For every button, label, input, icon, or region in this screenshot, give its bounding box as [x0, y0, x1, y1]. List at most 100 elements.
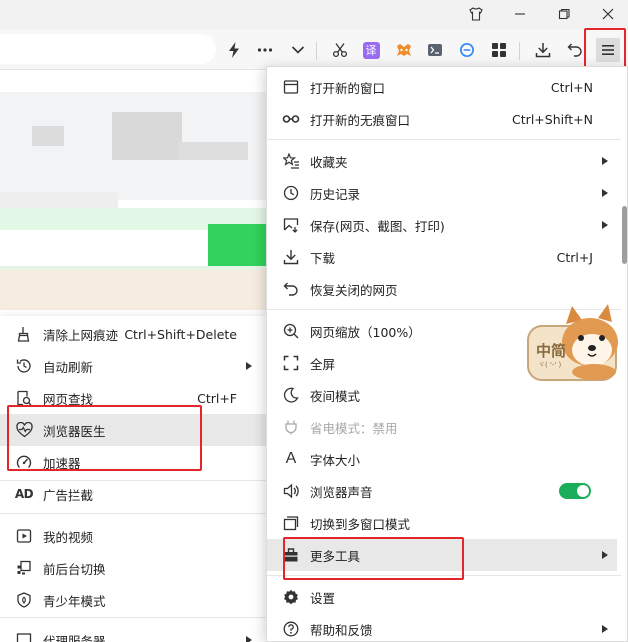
- submenu-arrow-icon: [246, 636, 252, 642]
- moon-icon: [282, 386, 300, 404]
- menu-label: 保存(网页、截图、打印): [310, 218, 445, 234]
- menu-label: 省电模式：禁用: [310, 420, 398, 436]
- submenu-label: 广告拦截: [43, 487, 94, 503]
- menu-item-settings[interactable]: 设置: [267, 581, 617, 613]
- menu-item-history[interactable]: 历史记录: [267, 177, 617, 209]
- menu-label: 网页缩放（100%）: [310, 324, 421, 340]
- adblock-icon: AD: [14, 487, 34, 501]
- game-icon[interactable]: [393, 39, 415, 61]
- minus-circle-icon[interactable]: [456, 39, 478, 61]
- multi-window-icon: [282, 514, 300, 532]
- zoom-icon: [282, 322, 300, 340]
- menu-item-restore-closed[interactable]: 恢复关闭的网页: [267, 273, 617, 305]
- menu-label: 夜间模式: [310, 388, 361, 404]
- menu-shortcut: Ctrl+J: [556, 249, 593, 265]
- submenu-label: 清除上网痕迹: [43, 327, 119, 343]
- menu-label: 浏览器声音: [310, 484, 373, 500]
- mascot-subtext: ヾ( '-' ): [538, 361, 562, 369]
- submenu-item-teen-mode[interactable]: 青少年模式: [0, 584, 267, 616]
- history-icon: [282, 184, 300, 202]
- menu-label: 切换到多窗口模式: [310, 516, 411, 532]
- more-tools-submenu: 清除上网痕迹 Ctrl+Shift+Delete 自动刷新 网页查找 Ctrl+…: [0, 316, 267, 642]
- blurred-block: [112, 112, 182, 160]
- submenu-item-clear-history[interactable]: 清除上网痕迹 Ctrl+Shift+Delete: [0, 318, 267, 350]
- menu-item-save[interactable]: 保存(网页、截图、打印): [267, 209, 617, 241]
- more-tools-highlight-box: [283, 537, 464, 580]
- menu-item-new-incognito[interactable]: 打开新的无痕窗口 Ctrl+Shift+N: [267, 103, 617, 135]
- shield-icon: [15, 591, 33, 609]
- menu-item-help[interactable]: 帮助和反馈: [267, 613, 617, 642]
- lightning-icon[interactable]: [223, 39, 245, 61]
- auto-refresh-icon: [15, 357, 33, 375]
- translate-icon[interactable]: 译: [360, 39, 382, 61]
- help-icon: [282, 620, 300, 638]
- toolbar-separator: [316, 42, 317, 60]
- menu-scrollbar[interactable]: [622, 206, 627, 264]
- menu-shortcut: Ctrl+N: [550, 79, 593, 95]
- submenu-item-auto-refresh[interactable]: 自动刷新: [0, 350, 267, 382]
- address-bar[interactable]: [0, 34, 216, 64]
- switch-icon: [15, 559, 33, 577]
- apps-icon[interactable]: [488, 39, 510, 61]
- menu-divider: [267, 139, 621, 140]
- extension-icon[interactable]: [424, 39, 446, 61]
- scissors-icon[interactable]: [329, 39, 351, 61]
- menu-label: 收藏夹: [310, 154, 348, 170]
- menu-arrow-icon: [602, 189, 608, 197]
- menu-item-font-size[interactable]: A 字体大小: [267, 443, 617, 475]
- sound-toggle[interactable]: [559, 483, 591, 499]
- menu-item-power-save: 省电模式：禁用: [267, 411, 617, 443]
- submenu-item-adblock[interactable]: AD 广告拦截: [0, 478, 267, 510]
- menu-item-new-window[interactable]: 打开新的窗口 Ctrl+N: [267, 71, 617, 103]
- submenu-label: 青少年模式: [43, 593, 106, 609]
- submenu-divider: [0, 513, 267, 514]
- submenu-item-switch[interactable]: 前后台切换: [0, 552, 267, 584]
- menu-label: 帮助和反馈: [310, 622, 373, 638]
- menu-item-multi-window[interactable]: 切换到多窗口模式: [267, 507, 617, 539]
- submenu-item-proxy[interactable]: 代理服务器: [0, 624, 267, 642]
- menu-arrow-icon: [602, 157, 608, 165]
- menu-item-favorites[interactable]: 收藏夹: [267, 145, 617, 177]
- download-icon: [282, 248, 300, 266]
- undo-icon[interactable]: [564, 39, 586, 61]
- speaker-icon: [282, 482, 300, 500]
- mascot-text: 中简: [536, 342, 567, 360]
- menu-item-browser-sound[interactable]: 浏览器声音: [267, 475, 617, 507]
- more-icon[interactable]: [254, 39, 276, 61]
- submenu-label: 代理服务器: [43, 633, 106, 642]
- blurred-green-block: [208, 224, 272, 272]
- submenu-shortcut: Ctrl+Shift+Delete: [124, 326, 237, 342]
- chevron-down-icon[interactable]: [287, 39, 309, 61]
- blurred-block: [32, 126, 64, 146]
- fullscreen-icon: [282, 354, 300, 372]
- menu-label: 设置: [310, 590, 336, 606]
- submenu-label: 前后台切换: [43, 561, 106, 577]
- menu-label: 打开新的窗口: [310, 80, 386, 96]
- tshirt-icon[interactable]: [464, 3, 488, 25]
- blurred-block: [178, 142, 248, 160]
- close-icon[interactable]: [596, 3, 620, 25]
- menu-item-downloads[interactable]: 下载 Ctrl+J: [267, 241, 617, 273]
- title-bar: [0, 0, 628, 30]
- download-icon[interactable]: [532, 39, 554, 61]
- toolbar: 译: [0, 30, 628, 70]
- submenu-arrow-icon: [246, 362, 252, 370]
- menu-label: 字体大小: [310, 452, 361, 468]
- translate-badge: 译: [362, 41, 380, 59]
- new-window-icon: [282, 78, 300, 96]
- menu-arrow-icon: [602, 625, 608, 633]
- submenu-label: 自动刷新: [43, 359, 94, 375]
- minimize-icon[interactable]: [508, 3, 532, 25]
- star-list-icon: [282, 152, 300, 170]
- submenu-item-my-videos[interactable]: 我的视频: [0, 520, 267, 552]
- ime-mascot-widget[interactable]: 中简 ヾ( '-' ): [526, 304, 624, 382]
- menu-item-night-mode[interactable]: 夜间模式: [267, 379, 617, 411]
- submenu-label: 我的视频: [43, 529, 94, 545]
- toolbar-separator-2: [519, 42, 520, 60]
- menu-arrow-icon: [602, 551, 608, 559]
- restore-icon[interactable]: [552, 3, 576, 25]
- incognito-icon: [282, 110, 300, 128]
- blurred-strip: [0, 270, 276, 310]
- menu-arrow-icon: [602, 221, 608, 229]
- menu-label: 下载: [310, 250, 336, 266]
